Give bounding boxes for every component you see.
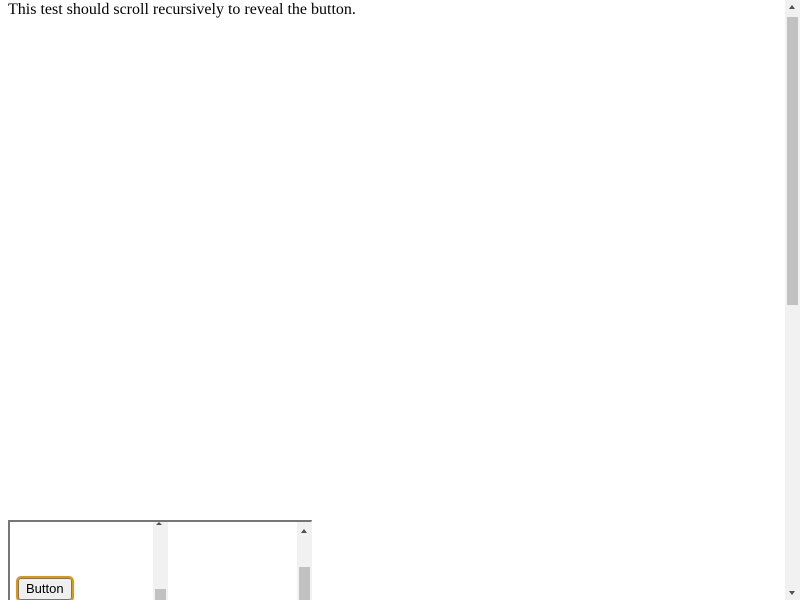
inner-scrollbar[interactable] bbox=[153, 522, 168, 600]
inner-scroll-container[interactable]: Button bbox=[10, 522, 170, 600]
target-button[interactable]: Button bbox=[16, 576, 74, 600]
inner-scroll-up-arrow-icon[interactable] bbox=[156, 522, 162, 525]
instruction-text: This test should scroll recursively to r… bbox=[8, 1, 356, 18]
inner-scrollbar-thumb[interactable] bbox=[155, 589, 166, 600]
scroll-up-arrow-icon[interactable] bbox=[785, 0, 800, 15]
outer-scrollbar[interactable] bbox=[297, 522, 312, 600]
page-scrollbar-thumb[interactable] bbox=[787, 17, 798, 305]
outer-scroll-container[interactable]: Button bbox=[8, 520, 312, 600]
outer-scrollbar-thumb[interactable] bbox=[299, 567, 310, 600]
scroll-down-arrow-icon[interactable] bbox=[785, 585, 800, 600]
outer-scroll-up-arrow-icon[interactable] bbox=[301, 529, 307, 533]
page-scrollbar[interactable] bbox=[785, 0, 800, 600]
